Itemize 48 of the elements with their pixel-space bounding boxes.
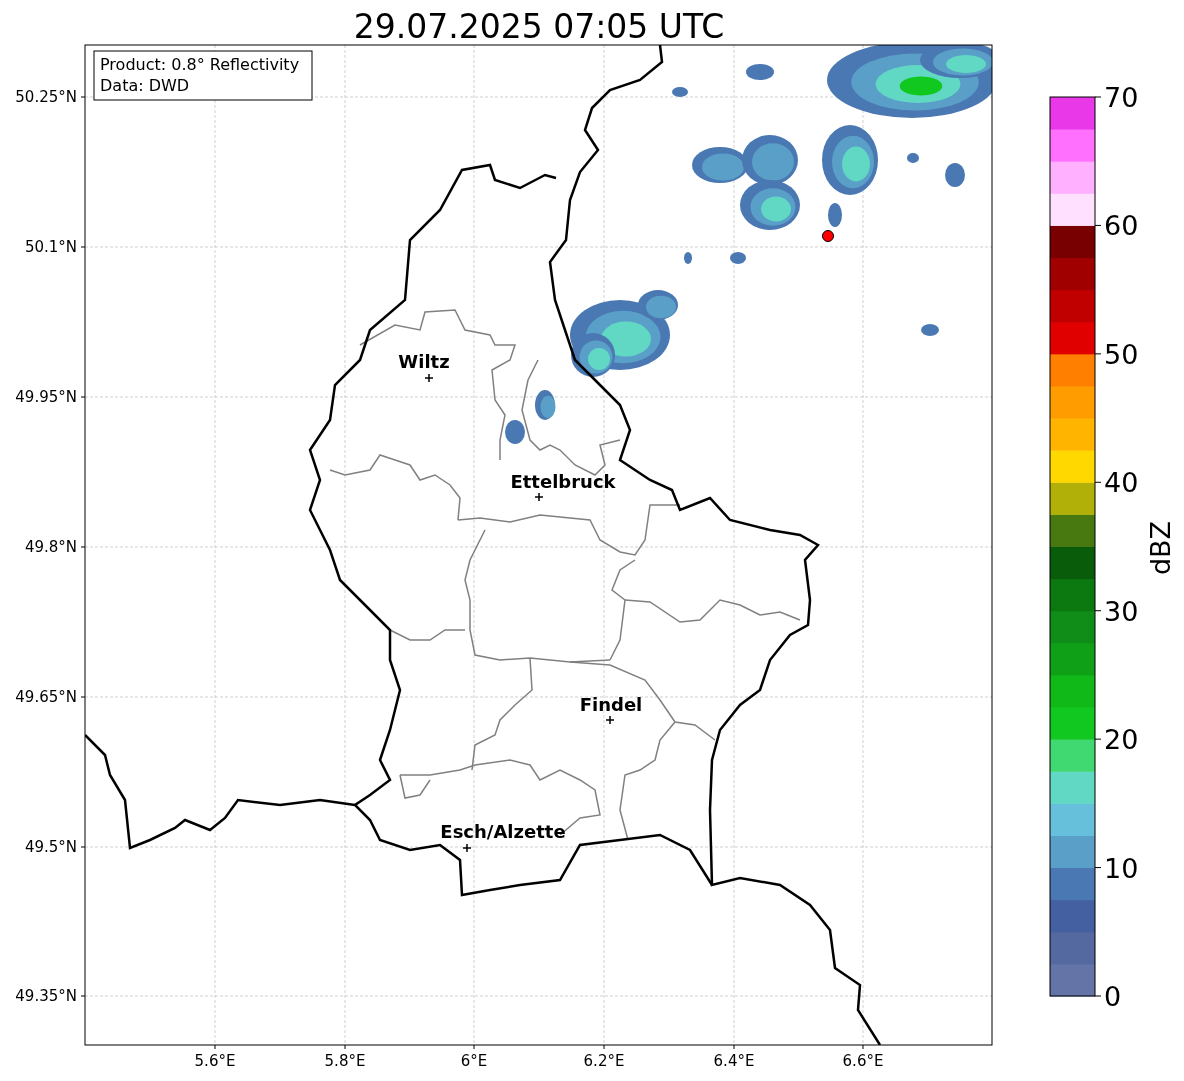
info-text: Product: 0.8° Reflectivity xyxy=(100,55,300,74)
radar-echo xyxy=(730,252,746,264)
radar-echo xyxy=(672,87,688,97)
axis-tick-label: 49.65°N xyxy=(15,688,77,706)
city-marker-icon xyxy=(605,715,615,725)
axis-tick-label: 49.8°N xyxy=(24,538,77,556)
chart-title: 29.07.2025 07:05 UTC xyxy=(353,7,725,46)
colorbar-tick-label: 10 xyxy=(1104,852,1139,884)
radar-echo xyxy=(740,180,800,230)
colorbar-tick-label: 20 xyxy=(1104,724,1139,756)
radar-echo xyxy=(907,153,919,163)
axis-tick-label: 6.2°E xyxy=(583,1052,625,1070)
radar-echo xyxy=(505,420,525,444)
colorbar-tick-label: 70 xyxy=(1104,82,1139,113)
city-marker-icon xyxy=(462,843,472,853)
radar-echo xyxy=(535,390,556,420)
colorbar-tick-label: 60 xyxy=(1104,210,1139,242)
info-text: Data: DWD xyxy=(100,76,190,95)
axis-tick-label: 6.4°E xyxy=(713,1052,755,1070)
axis-tick-label: 6°E xyxy=(460,1052,488,1070)
city-label: Esch/Alzette xyxy=(440,821,566,842)
axis-tick-label: 5.6°E xyxy=(194,1052,236,1070)
city-label: Wiltz xyxy=(398,351,450,372)
city-label: Ettelbruck xyxy=(510,471,616,492)
radar-echo xyxy=(742,135,798,185)
axis-tick-label: 49.5°N xyxy=(24,838,77,856)
axis-tick-label: 49.35°N xyxy=(15,987,77,1005)
city-marker-icon xyxy=(534,492,544,502)
radar-site-icon xyxy=(822,230,834,242)
radar-echo xyxy=(746,64,774,80)
radar-echo xyxy=(692,147,748,183)
radar-echo xyxy=(828,203,842,227)
city-label: Findel xyxy=(579,694,643,715)
radar-echo xyxy=(684,252,692,264)
axis-tick-label: 49.95°N xyxy=(15,388,77,406)
colorbar-label: dBZ xyxy=(1145,520,1176,576)
radar-echo xyxy=(945,163,965,187)
axis-tick-label: 50.25°N xyxy=(15,88,77,106)
colorbar-tick-label: 30 xyxy=(1104,595,1139,627)
axis-tick-label: 50.1°N xyxy=(24,238,77,256)
colorbar-tick-label: 0 xyxy=(1104,981,1122,1012)
radar-echo xyxy=(921,324,939,336)
axis-tick-label: 6.6°E xyxy=(842,1052,884,1070)
colorbar-tick-label: 40 xyxy=(1104,467,1139,499)
colorbar-tick-label: 50 xyxy=(1104,338,1139,370)
axis-tick-label: 5.8°E xyxy=(324,1052,366,1070)
radar-echo xyxy=(822,125,878,195)
city-marker-icon xyxy=(424,373,434,383)
